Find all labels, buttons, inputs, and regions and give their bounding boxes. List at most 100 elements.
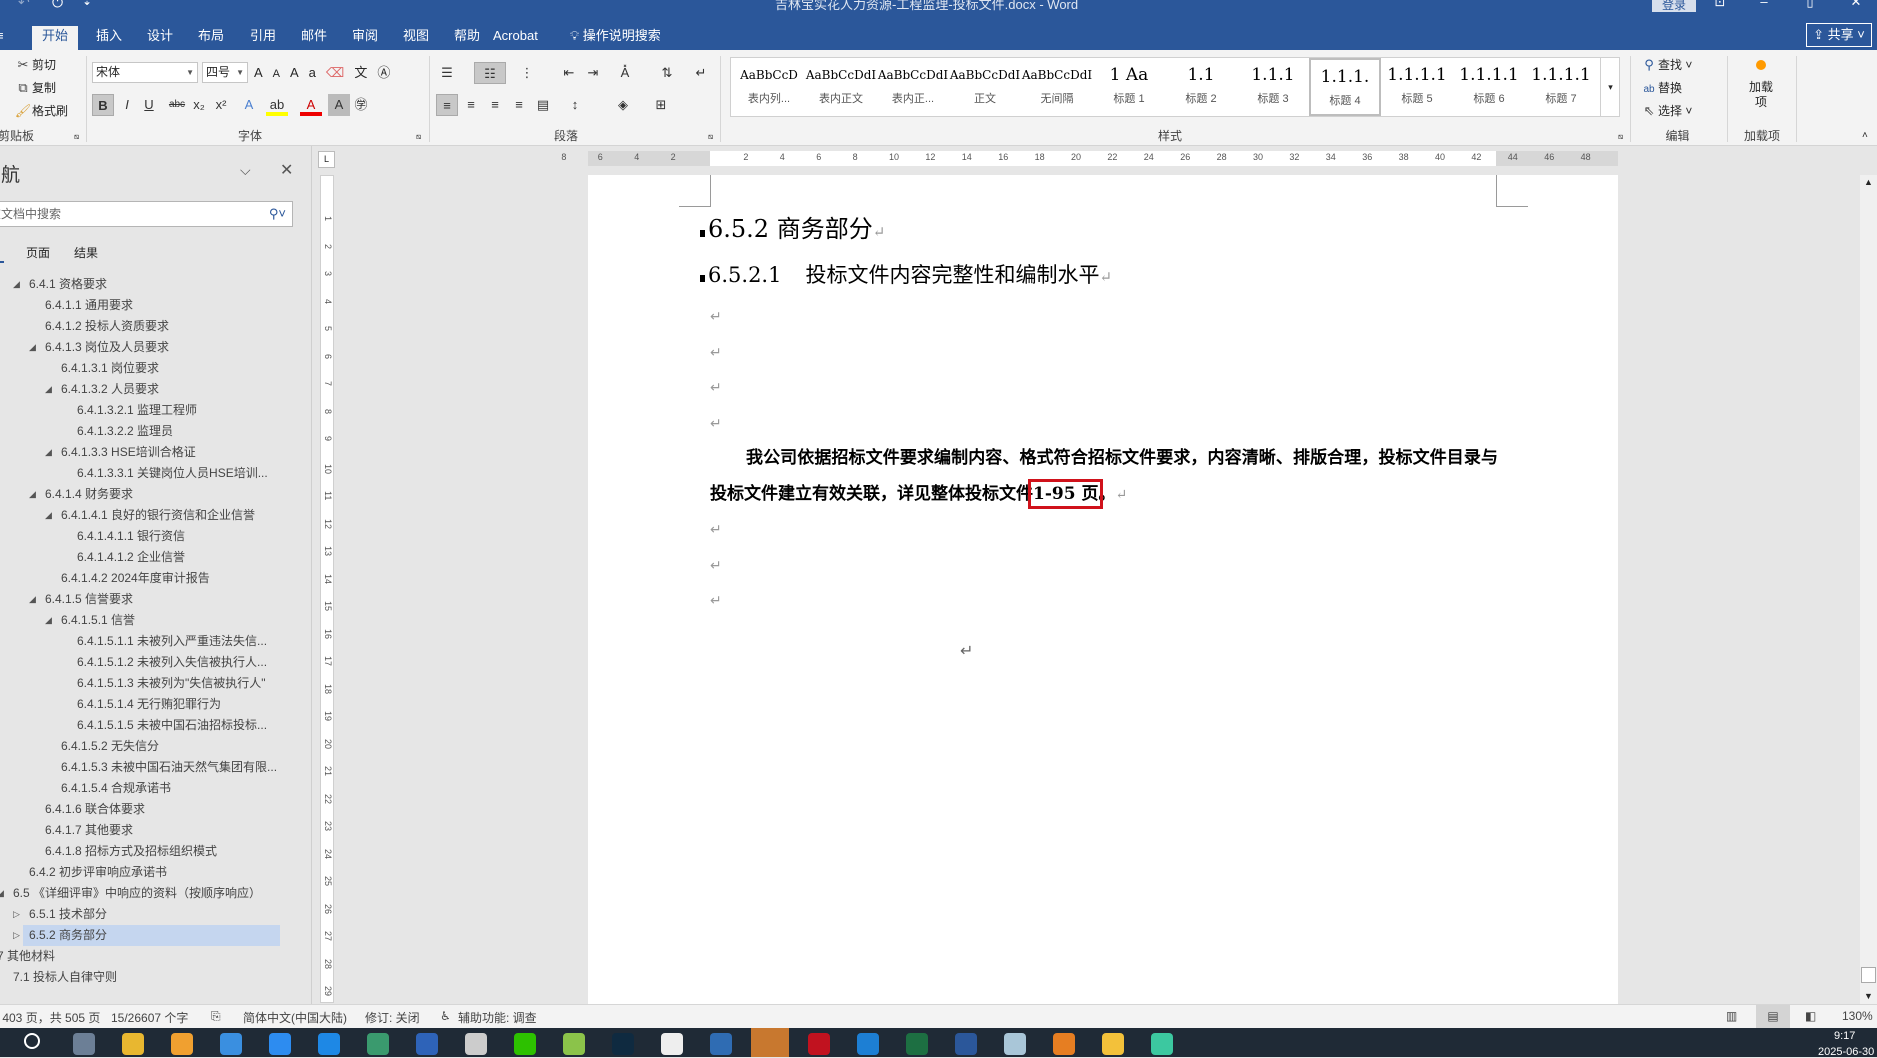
tab-file[interactable]: ≡ [0,26,8,50]
nav-heading-item[interactable]: 6.4.1.4.1.2 企业信誉 [77,547,185,568]
autosave-icon[interactable]: ⏻ [52,0,63,11]
style-item[interactable]: 1.1 标题 2 [1165,58,1237,116]
collapse-triangle-icon[interactable]: ◢ [45,447,52,458]
justify-button[interactable]: ≡ [508,94,530,116]
nav-heading-item[interactable]: 6.4.1.3.2 人员要求 [61,379,159,400]
nav-heading-item[interactable]: 7 其他材料 [0,946,55,967]
track-changes-status[interactable]: 修订: 关闭 [365,1009,420,1026]
style-item[interactable]: AaBbCcD 表内列... [733,58,805,116]
nav-heading-item[interactable]: 6.4.1.5 信誉要求 [45,589,133,610]
bold-button[interactable]: B [92,94,114,116]
clear-format-icon[interactable]: ⌫ [326,65,354,80]
qq-browser-icon[interactable] [318,1033,340,1055]
stock-app-icon[interactable] [1151,1033,1173,1055]
collapse-triangle-icon[interactable]: ◢ [45,510,52,521]
close-icon[interactable]: ✕ [280,160,293,180]
superscript-button[interactable]: x² [210,94,232,116]
nav-heading-item[interactable]: 7.1 投标人自律守则 [13,967,117,988]
nav-heading-item[interactable]: 6.4.1.5.2 无失信分 [61,736,159,757]
nav-heading-item[interactable]: 6.4.1.5.1 信誉 [61,610,135,631]
page-count[interactable]: 第 403 页，共 505 页 [0,1009,100,1026]
paragraph-launcher-icon[interactable]: ⧅ [708,132,713,142]
numbering-button[interactable]: ☷ [474,62,506,84]
tab-references[interactable]: 引用 [240,26,286,50]
nav-heading-item[interactable]: 6.4.1.3.3.1 关键岗位人员HSE培训... [77,463,268,484]
nav-heading-item[interactable]: 6.5.1 技术部分 [29,904,107,925]
accessibility-status[interactable]: 辅助功能: 调查 [458,1009,537,1026]
photoshop-icon[interactable] [612,1033,634,1055]
tab-design[interactable]: 设计 [137,26,183,50]
clock-time[interactable]: 9:17 [1834,1030,1855,1042]
nav-heading-item[interactable]: 6.4.1.7 其他要求 [45,820,133,841]
style-item[interactable]: 1.1.1.1 标题 7 [1525,58,1597,116]
language-status[interactable]: 简体中文(中国大陆) [243,1009,347,1026]
web-layout-icon[interactable]: ◧ [1805,1009,1816,1023]
nav-heading-item[interactable]: 6.4.1.3 岗位及人员要求 [45,337,169,358]
collapse-triangle-icon[interactable]: ◢ [29,342,36,353]
tab-view[interactable]: 视图 [393,26,439,50]
shrink-font-icon[interactable]: A [273,68,290,80]
tab-review[interactable]: 审阅 [342,26,388,50]
style-item[interactable]: 1.1.1. 标题 4 [1309,58,1381,116]
feishu-icon[interactable] [269,1033,291,1055]
collapse-ribbon-icon[interactable]: ˄ [1862,130,1868,141]
nav-heading-item[interactable]: 6.4.1.3.2.2 监理员 [77,421,173,442]
borders-button[interactable]: ⊞ [650,94,672,116]
nav-heading-item[interactable]: 6.4.1.4.1.1 银行资信 [77,526,185,547]
close-window-icon[interactable]: ✕ [1836,0,1876,10]
highlight-color-button[interactable]: ab [266,94,288,116]
style-item[interactable]: AaBbCcDdI 表内正... [877,58,949,116]
style-item[interactable]: 1.1.1.1 标题 6 [1453,58,1525,116]
enclose-char-button[interactable]: ㊫ [350,94,372,116]
vs-app-icon[interactable] [416,1033,438,1055]
nav-heading-item[interactable]: 6.4.1.5.1.2 未被列入失信被执行人... [77,652,267,673]
chevron-down-icon[interactable]: ⌵ [240,162,251,179]
addins-button[interactable]: 加载项 [1745,60,1777,110]
browser-active-icon[interactable] [751,1028,789,1057]
search-icon[interactable]: ⚲˅ [269,202,286,226]
nav-heading-item[interactable]: 6.5 《详细评审》中响应的资料（按顺序响应） [13,883,261,904]
accessibility-icon[interactable]: ♿︎ [440,1009,451,1023]
collapse-triangle-icon[interactable]: ◢ [45,615,52,626]
nav-heading-item[interactable]: 6.4.1.5.1.4 无行贿犯罪行为 [77,694,221,715]
nav-heading-item[interactable]: 6.4.1.3.1 岗位要求 [61,358,159,379]
document-page[interactable]: 6.5.2 商务部分↵ 6.5.2.1 投标文件内容完整性和编制水平↵ ↵ ↵ ↵… [588,175,1618,1005]
maximize-icon[interactable]: ▯ [1790,0,1830,10]
chinese-layout-button[interactable]: A̽ [614,62,636,84]
grow-font-icon[interactable]: A [254,65,273,80]
scroll-down-icon[interactable]: ▼ [1864,991,1873,1001]
sort-button[interactable]: ⇅ [656,62,678,84]
wechat-icon[interactable] [514,1033,536,1055]
align-left-button[interactable]: ≡ [436,94,458,116]
acrobat-icon[interactable] [808,1033,830,1055]
style-item[interactable]: AaBbCcDdI 正文 [949,58,1021,116]
nav-heading-item[interactable]: 6.4.1.5.4 合规承诺书 [61,778,171,799]
nav-heading-item[interactable]: 6.4.1.4.1 良好的银行资信和企业信誉 [61,505,255,526]
text-effects-button[interactable]: A [238,94,260,116]
collapse-triangle-icon[interactable]: ◢ [29,594,36,605]
replace-button[interactable]: ab 替换 [1640,79,1682,96]
italic-button[interactable]: I [116,94,138,116]
collapse-triangle-icon[interactable]: ◢ [29,489,36,500]
excel-icon[interactable] [906,1033,928,1055]
scroll-thumb[interactable] [1861,967,1876,983]
nav-heading-item[interactable]: 6.4.1.3.2.1 监理工程师 [77,400,197,421]
share-button[interactable]: ⇪ 共享 ˅ [1806,23,1872,47]
jianying-icon[interactable] [1053,1033,1075,1055]
vertical-scrollbar[interactable]: ▲ ▼ [1860,175,1877,1005]
tab-layout[interactable]: 布局 [188,26,234,50]
clock-date[interactable]: 2025-06-30 [1818,1046,1874,1058]
minimize-icon[interactable]: – [1744,0,1784,9]
qq-icon[interactable] [661,1033,683,1055]
tell-me-search[interactable]: 💡︎ 操作说明搜索 [560,26,671,50]
dots-app-icon[interactable] [220,1033,242,1055]
strikethrough-button[interactable]: abc [166,94,188,116]
shading-button[interactable]: ◈ [612,94,634,116]
tab-selector[interactable]: L [318,151,335,168]
styles-launcher-icon[interactable]: ⧅ [1618,132,1623,142]
underline-button[interactable]: U [138,94,160,116]
nav-heading-item[interactable]: 6.4.1.3.3 HSE培训合格证 [61,442,196,463]
copy-button[interactable]: ⧉ 复制 [14,79,56,96]
subscript-button[interactable]: x₂ [188,94,210,116]
char-border-icon[interactable]: Ⓐ [377,65,400,80]
